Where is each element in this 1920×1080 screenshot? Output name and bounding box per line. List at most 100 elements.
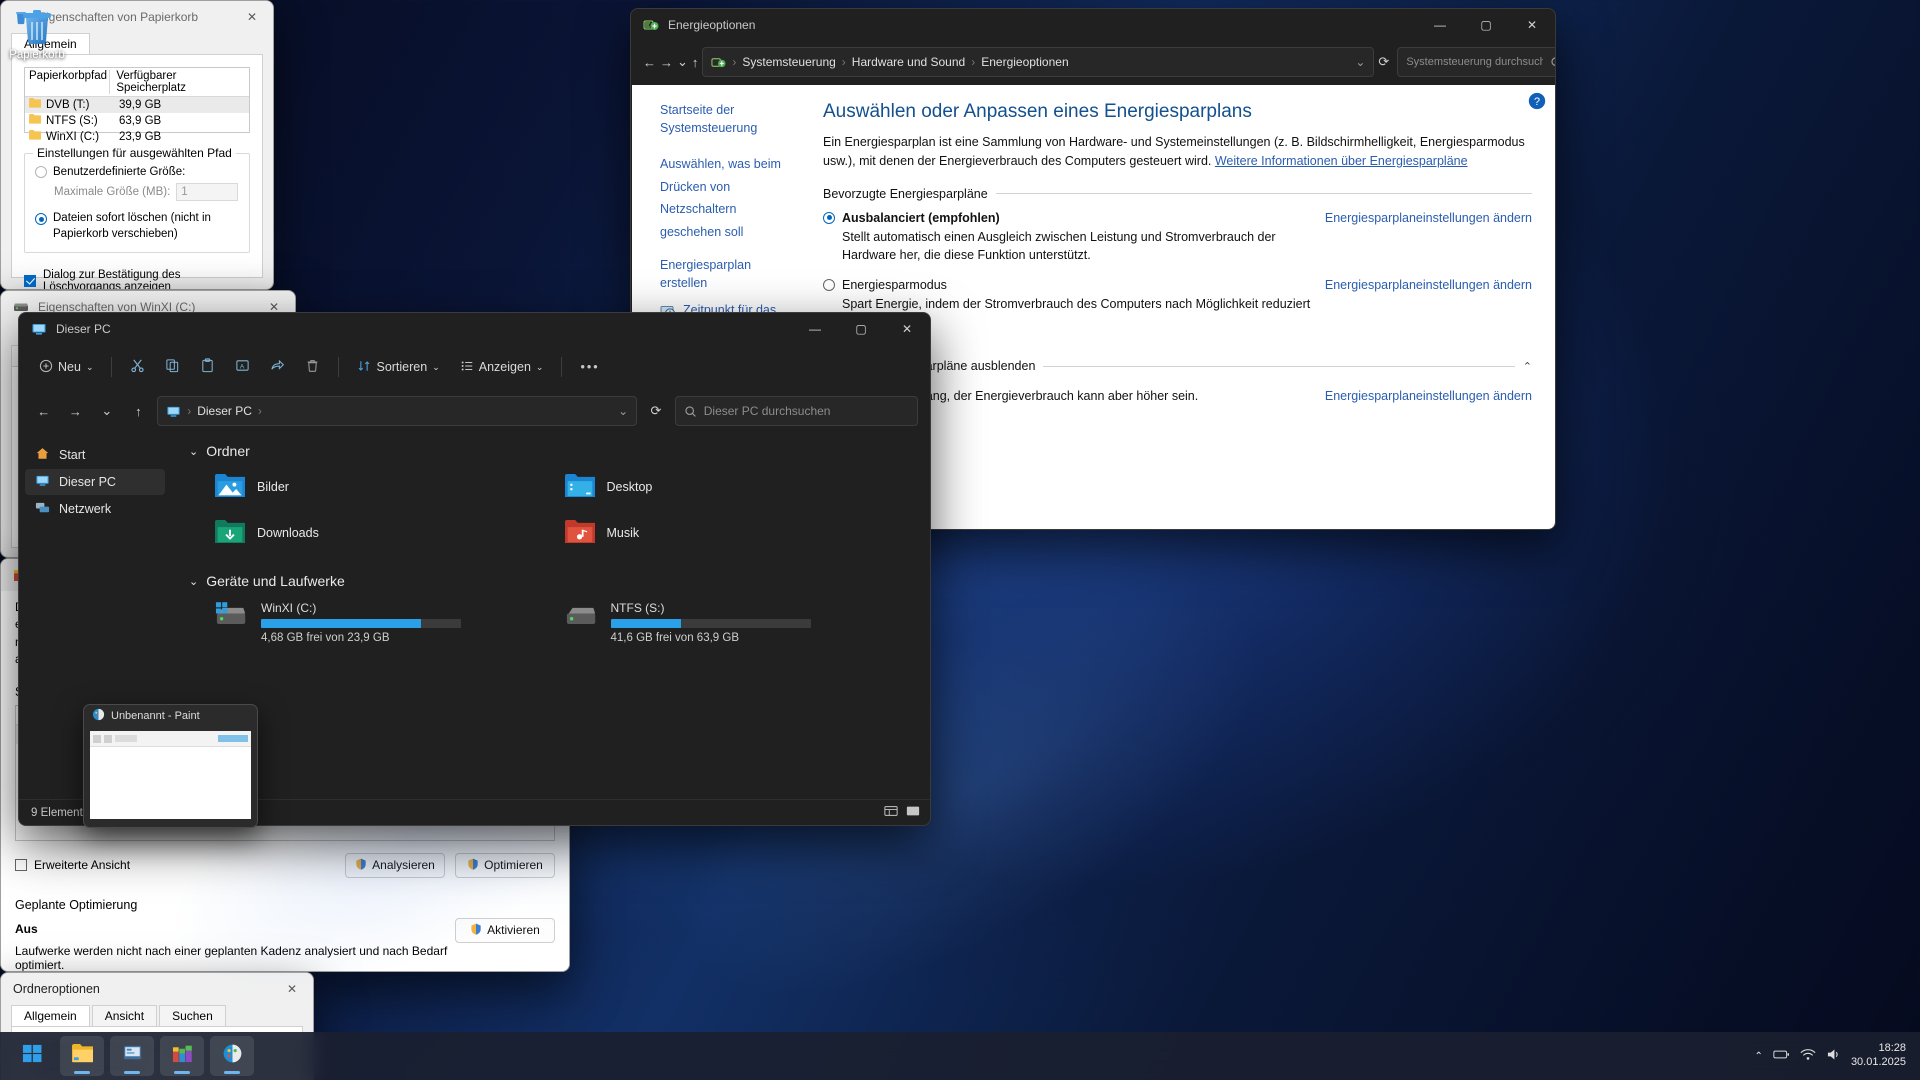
folder-item-musik[interactable]: Musik <box>565 519 915 547</box>
confirm-dialog-checkbox[interactable] <box>24 275 36 287</box>
breadcrumb-item-0[interactable]: Systemsteuerung <box>742 55 835 69</box>
close-button[interactable]: ✕ <box>271 973 313 1005</box>
table-row[interactable]: WinXI (C:) 23,9 GB <box>25 129 249 145</box>
recycle-paths-table[interactable]: Papierkorbpfad Verfügbarer Speicherplatz… <box>24 67 250 133</box>
close-button[interactable]: ✕ <box>884 313 930 345</box>
breadcrumb-dropdown-icon[interactable]: ⌄ <box>1355 55 1365 69</box>
plan-settings-link[interactable]: Energiesparplaneinstellungen ändern <box>1325 389 1532 403</box>
table-row[interactable]: DVB (T:) 39,9 GB <box>25 97 249 113</box>
sidebar-item-label[interactable]: Auswählen, was beim Drücken von Netzscha… <box>660 157 781 239</box>
rename-button[interactable]: A <box>227 352 258 382</box>
up-button[interactable]: ↑ <box>692 48 699 76</box>
chevron-down-icon[interactable]: ⌄ <box>536 362 544 373</box>
explorer-window-buttons[interactable]: — ▢ ✕ <box>792 313 930 345</box>
optimize-button[interactable]: Optimieren <box>455 853 555 878</box>
breadcrumb-item-1[interactable]: Hardware und Sound <box>852 55 965 69</box>
power-options-window-buttons[interactable]: — ▢ ✕ <box>1417 9 1555 41</box>
recycle-properties-window-buttons[interactable]: ✕ <box>231 1 273 33</box>
refresh-button[interactable]: ⟳ <box>1378 48 1389 76</box>
tiles-view-icon[interactable] <box>906 804 920 821</box>
refresh-button[interactable]: ⟳ <box>643 397 669 425</box>
delete-immediately-radio[interactable] <box>35 213 47 225</box>
power-plan-radio[interactable] <box>823 279 835 291</box>
sidebar-item-create-plan[interactable]: Energiesparplan erstellen <box>660 256 797 292</box>
explorer-addressbar[interactable]: ← → ⌄ ↑ › Dieser PC › ⌄ ⟳ Dieser PC durc… <box>19 389 930 433</box>
delete-button[interactable] <box>297 352 328 382</box>
sidebar-item-network[interactable]: Netzwerk <box>25 496 165 522</box>
cut-button[interactable] <box>122 352 153 382</box>
table-row[interactable]: NTFS (S:) 63,9 GB <box>25 113 249 129</box>
minimize-button[interactable]: — <box>792 313 838 345</box>
battery-icon[interactable] <box>1773 1049 1790 1063</box>
folder-options-titlebar[interactable]: Ordneroptionen ✕ <box>1 973 313 1005</box>
plan-settings-link[interactable]: Energiesparplaneinstellungen ändern <box>1325 211 1532 264</box>
drive-item-ntfs[interactable]: NTFS (S:) 41,6 GB frei von 63,9 GB <box>565 601 915 644</box>
share-button[interactable] <box>262 352 293 382</box>
sidebar-item-power-buttons[interactable]: Auswählen, was beim Drücken von Netzscha… <box>660 153 797 244</box>
maximize-button[interactable]: ▢ <box>838 313 884 345</box>
close-button[interactable]: ✕ <box>1509 9 1555 41</box>
sort-button[interactable]: Sortieren ⌄ <box>349 352 447 382</box>
power-options-breadcrumb[interactable]: › Systemsteuerung › Hardware und Sound ›… <box>702 47 1374 77</box>
confirm-dialog-option[interactable]: Dialog zur Bestätigung des Löschvorgangs… <box>24 269 250 290</box>
sidebar-item-label[interactable]: Energiesparplan erstellen <box>660 258 751 290</box>
power-plan-balanced[interactable]: Ausbalanciert (empfohlen) Stellt automat… <box>823 211 1532 264</box>
chevron-up-icon[interactable]: ⌃ <box>1523 360 1532 373</box>
explorer-search[interactable]: Dieser PC durchsuchen <box>675 396 918 426</box>
taskbar-items[interactable] <box>0 1036 254 1076</box>
advanced-view-option[interactable]: Erweiterte Ansicht <box>15 858 130 872</box>
advanced-view-checkbox[interactable] <box>15 859 27 871</box>
up-button[interactable]: ↑ <box>126 397 152 425</box>
sidebar-item-start[interactable]: Start <box>25 442 165 468</box>
maximize-button[interactable]: ▢ <box>1463 9 1509 41</box>
tab-suchen[interactable]: Suchen <box>159 1005 226 1026</box>
power-plan-radio[interactable] <box>823 212 835 224</box>
section-header-folders[interactable]: ⌄ Ordner <box>189 443 914 459</box>
explorer-toolbar[interactable]: Neu ⌄ A Sortieren ⌄ Anzeigen <box>19 345 930 389</box>
custom-size-radio[interactable] <box>35 166 47 178</box>
search-icon[interactable] <box>1550 56 1556 69</box>
sidebar-item-home[interactable]: Startseite der Systemsteuerung <box>660 101 797 137</box>
new-button[interactable]: Neu ⌄ <box>31 352 101 382</box>
chevron-down-icon[interactable]: ⌄ <box>432 362 440 373</box>
folder-options-tabs[interactable]: Allgemein Ansicht Suchen <box>11 1005 303 1026</box>
recent-locations-button[interactable]: ⌄ <box>94 397 120 425</box>
help-icon[interactable]: ? <box>1527 91 1547 116</box>
clock[interactable]: 18:28 30.01.2025 <box>1851 1042 1906 1070</box>
folder-options-window-buttons[interactable]: ✕ <box>271 973 313 1005</box>
breadcrumb-dropdown-icon[interactable]: ⌄ <box>618 404 628 418</box>
sidebar-item-this-pc[interactable]: Dieser PC <box>25 469 165 495</box>
analyze-button[interactable]: Analysieren <box>345 853 445 878</box>
start-button[interactable] <box>10 1036 54 1076</box>
custom-size-option[interactable]: Benutzerdefinierte Größe: <box>35 166 239 178</box>
more-info-link[interactable]: Weitere Informationen über Energiesparpl… <box>1215 154 1468 168</box>
copy-button[interactable] <box>157 352 188 382</box>
view-button[interactable]: Anzeigen ⌄ <box>452 352 552 382</box>
paint-taskbar-preview[interactable]: Unbenannt - Paint <box>83 704 258 828</box>
minimize-button[interactable]: — <box>1417 9 1463 41</box>
plan-settings-link[interactable]: Energiesparplaneinstellungen ändern <box>1325 278 1532 331</box>
folder-item-downloads[interactable]: Downloads <box>215 519 565 547</box>
desktop-icon-recycle-bin[interactable]: Papierkorb <box>0 6 74 61</box>
file-explorer-button[interactable] <box>60 1036 104 1076</box>
folder-item-desktop[interactable]: Desktop <box>565 473 915 501</box>
max-size-input[interactable] <box>176 183 238 201</box>
volume-icon[interactable] <box>1826 1048 1841 1064</box>
tab-ansicht[interactable]: Ansicht <box>92 1005 157 1026</box>
taskbar[interactable]: ⌃ 18:28 30.01.2025 <box>0 1032 1920 1080</box>
folder-item-bilder[interactable]: Bilder <box>215 473 565 501</box>
network-tray-icon[interactable] <box>1800 1048 1816 1064</box>
control-panel-button[interactable] <box>110 1036 154 1076</box>
explorer-titlebar[interactable]: Dieser PC — ▢ ✕ <box>19 313 930 345</box>
tab-allgemein[interactable]: Allgemein <box>11 1005 90 1026</box>
recent-locations-button[interactable]: ⌄ <box>677 48 688 76</box>
breadcrumb-item-0[interactable]: Dieser PC <box>197 404 252 418</box>
forward-button[interactable]: → <box>660 48 673 76</box>
system-tray[interactable]: ⌃ 18:28 30.01.2025 <box>1755 1042 1920 1070</box>
power-options-addressbar[interactable]: ← → ⌄ ↑ › Systemsteuerung › Hardware und… <box>631 41 1555 83</box>
power-options-search[interactable]: Systemsteuerung durchsuchen <box>1397 47 1556 77</box>
defrag-button[interactable] <box>160 1036 204 1076</box>
delete-immediately-option[interactable]: Dateien sofort löschen (nicht in Papierk… <box>35 211 239 242</box>
chevron-down-icon[interactable]: ⌄ <box>189 445 198 458</box>
sidebar-item-label[interactable]: Startseite der Systemsteuerung <box>660 103 757 135</box>
